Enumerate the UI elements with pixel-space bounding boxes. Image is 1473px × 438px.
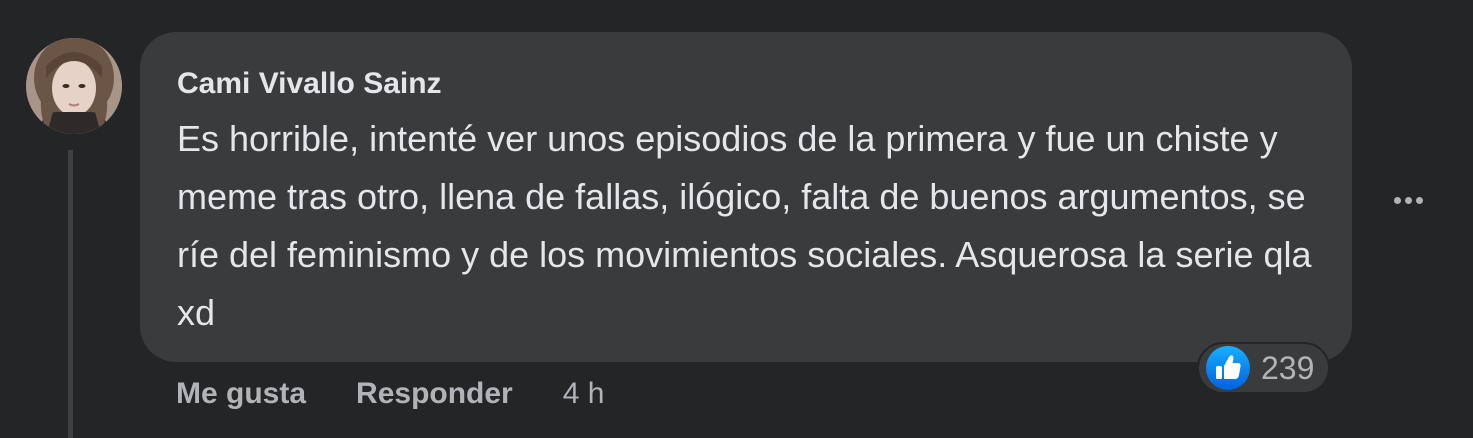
like-button[interactable]: Me gusta bbox=[176, 377, 306, 411]
reactions-summary[interactable]: 239 bbox=[1197, 342, 1331, 394]
comment-author[interactable]: Cami Vivallo Sainz bbox=[177, 64, 1312, 104]
comment-actions: Me gusta Responder 4 h bbox=[176, 372, 604, 416]
thread-line bbox=[68, 150, 73, 438]
comment-bubble: Cami Vivallo Sainz Es horrible, intenté … bbox=[140, 32, 1352, 362]
avatar[interactable] bbox=[26, 38, 122, 134]
reaction-count: 239 bbox=[1261, 349, 1315, 386]
more-options-icon bbox=[1393, 196, 1401, 204]
like-icon bbox=[1206, 346, 1250, 390]
avatar-image bbox=[26, 38, 122, 134]
more-options-icon-dot bbox=[1415, 196, 1423, 204]
comment-timestamp[interactable]: 4 h bbox=[563, 377, 605, 411]
comment-text: Es horrible, intenté ver unos episodios … bbox=[177, 118, 1312, 333]
reply-button[interactable]: Responder bbox=[356, 377, 513, 411]
more-options-icon-dot bbox=[1404, 196, 1412, 204]
more-options-button[interactable] bbox=[1386, 182, 1430, 218]
